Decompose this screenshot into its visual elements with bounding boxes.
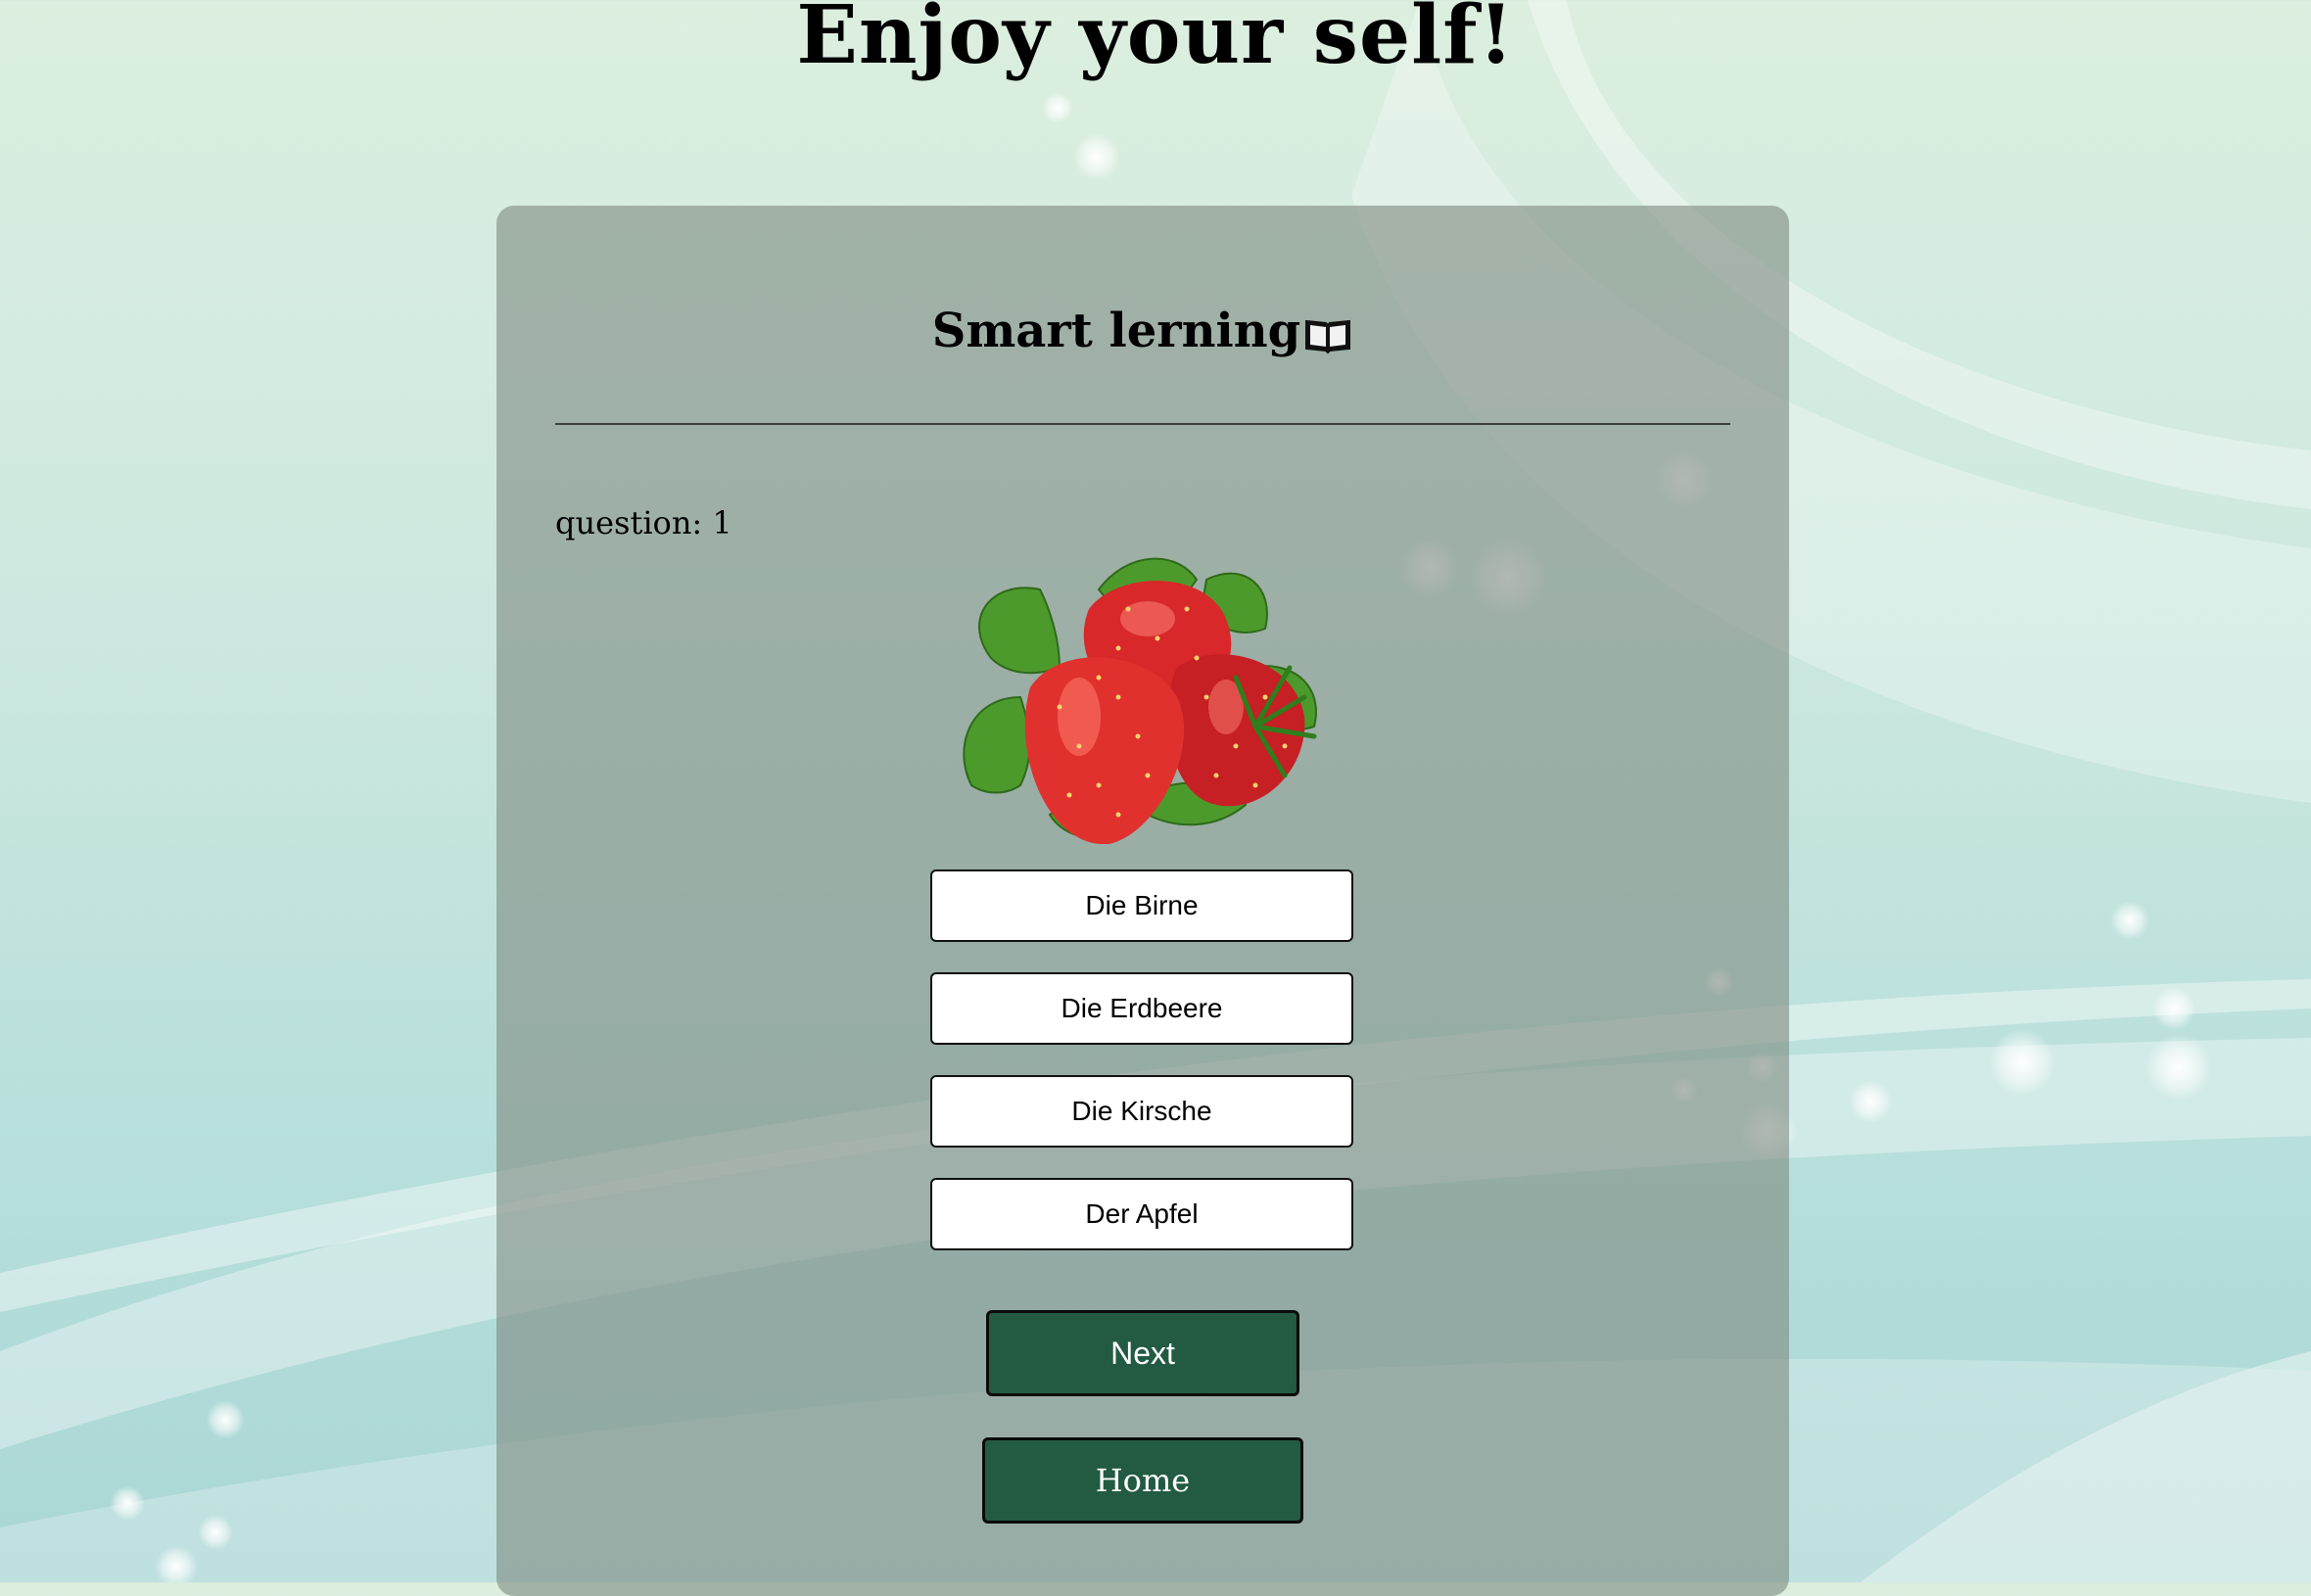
- quiz-title-text: Smart lerning: [931, 304, 1301, 358]
- answer-option-1[interactable]: Die Birne: [930, 869, 1353, 942]
- answer-option-3[interactable]: Die Kirsche: [930, 1075, 1353, 1148]
- answer-option-2[interactable]: Die Erdbeere: [930, 972, 1353, 1045]
- title-divider: [555, 423, 1730, 425]
- strawberries-image: [963, 557, 1317, 844]
- home-button[interactable]: Home: [982, 1437, 1303, 1524]
- quiz-card: Smart lerning question: 1 Die Birne Die …: [496, 206, 1789, 1596]
- open-book-icon: [1305, 319, 1351, 353]
- quiz-title: Smart lerning: [496, 304, 1789, 358]
- answer-option-4[interactable]: Der Apfel: [930, 1178, 1353, 1250]
- page-title: Enjoy your self!: [796, 0, 1515, 82]
- question-number: question: 1: [555, 504, 732, 541]
- next-button[interactable]: Next: [986, 1310, 1299, 1396]
